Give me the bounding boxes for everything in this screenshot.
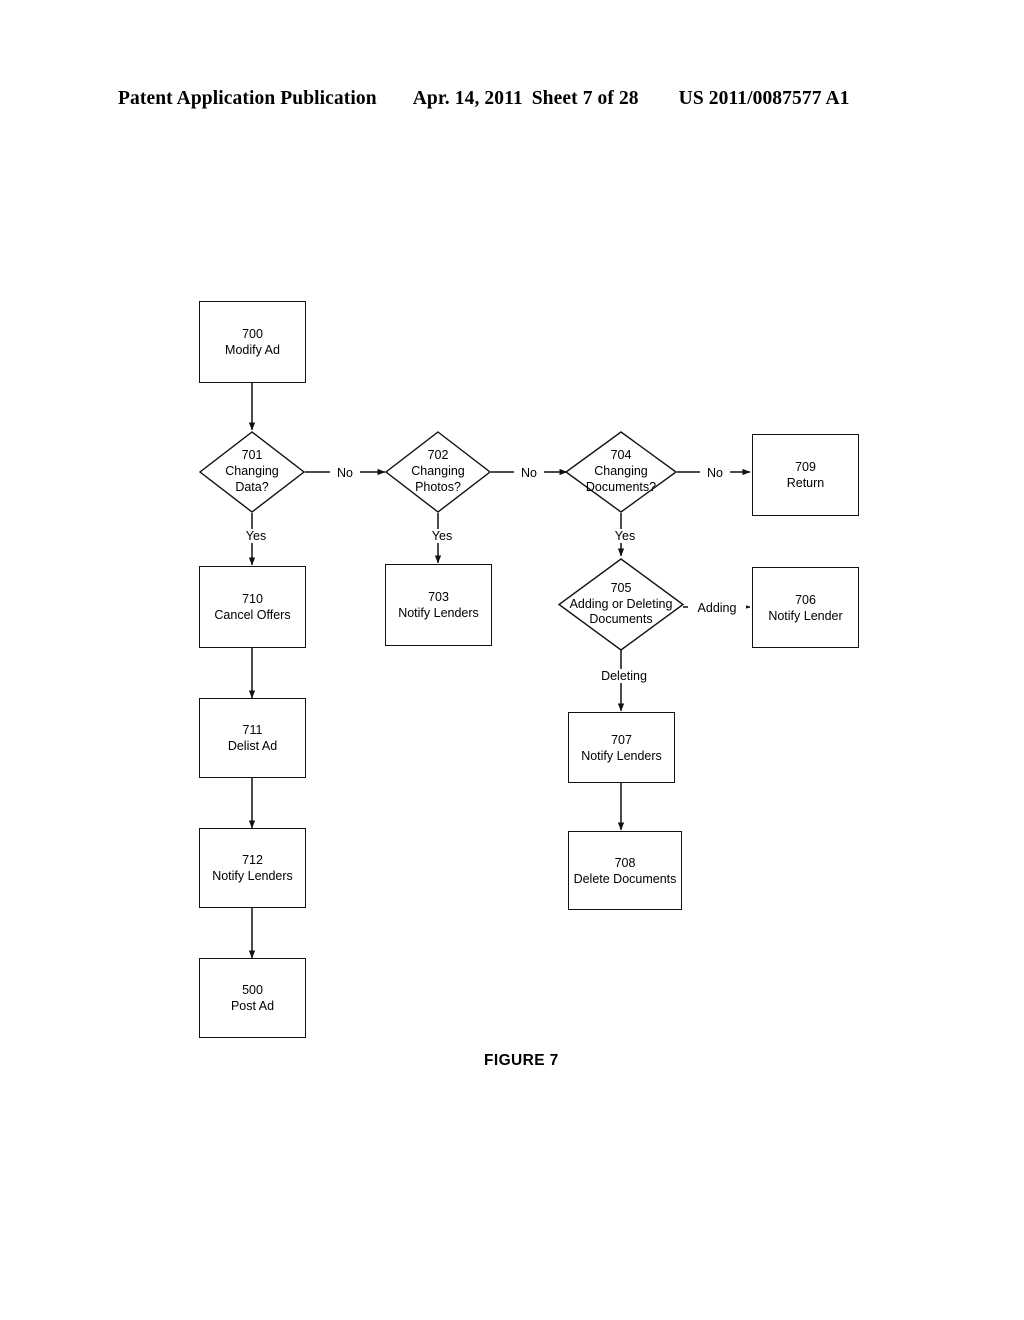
node-700-label: Modify Ad (225, 343, 280, 357)
node-707-notify-lenders[interactable]: 707 Notify Lenders (568, 712, 675, 783)
node-712-number: 712 (242, 853, 263, 867)
node-711-delist-ad[interactable]: 711 Delist Ad (199, 698, 306, 778)
node-701-line2: Data? (235, 479, 269, 494)
edge-label-no-701-702: No (330, 466, 360, 480)
node-703-label: Notify Lenders (398, 606, 479, 620)
node-704-line2: Documents? (585, 479, 657, 494)
edge-label-yes-702-703: Yes (425, 529, 459, 543)
node-707-label: Notify Lenders (581, 748, 662, 763)
node-712-label: Notify Lenders (212, 869, 293, 883)
node-705-line2: Documents (589, 612, 653, 627)
node-708-delete-documents[interactable]: 708 Delete Documents (568, 831, 682, 910)
edge-label-adding-705-706: Adding (688, 601, 746, 615)
edge-label-deleting-705-707: Deleting (592, 669, 656, 683)
node-703-number: 703 (428, 590, 449, 604)
edge-label-yes-704-705: Yes (608, 529, 642, 543)
node-706-notify-lender[interactable]: 706 Notify Lender (752, 567, 859, 648)
node-711-label: Delist Ad (227, 739, 278, 753)
node-702-changing-photos[interactable]: 702 Changing Photos? (385, 431, 491, 513)
node-704-changing-documents[interactable]: 704 Changing Documents? (565, 431, 677, 513)
node-707-number: 707 (611, 732, 632, 747)
node-706-label: Notify Lender (768, 608, 843, 623)
node-700-number: 700 (242, 327, 263, 341)
node-709-return[interactable]: 709 Return (752, 434, 859, 516)
node-500-label: Post Ad (230, 999, 275, 1013)
node-710-cancel-offers[interactable]: 710 Cancel Offers (199, 566, 306, 648)
node-701-line1: Changing (225, 464, 279, 479)
node-712-notify-lenders[interactable]: 712 Notify Lenders (199, 828, 306, 908)
node-709-number: 709 (795, 460, 816, 474)
node-700-modify-ad[interactable]: 700 Modify Ad (199, 301, 306, 383)
node-500-number: 500 (242, 983, 263, 997)
node-702-number: 702 (427, 448, 449, 463)
node-701-changing-data[interactable]: 701 Changing Data? (199, 431, 305, 513)
node-708-label: Delete Documents (573, 871, 677, 886)
edge-label-yes-701-710: Yes (239, 529, 273, 543)
node-704-number: 704 (610, 448, 632, 463)
node-706-number: 706 (795, 592, 816, 607)
node-710-label: Cancel Offers (214, 608, 291, 622)
node-704-line1: Changing (594, 464, 648, 479)
node-705-line1: Adding or Deleting (569, 596, 673, 611)
edge-label-no-704-709: No (700, 466, 730, 480)
node-705-number: 705 (610, 580, 632, 595)
node-711-number: 711 (242, 723, 263, 737)
figure-caption: FIGURE 7 (484, 1052, 559, 1069)
node-710-number: 710 (242, 592, 263, 606)
edge-label-no-702-704: No (514, 466, 544, 480)
node-702-line1: Changing (411, 464, 465, 479)
flowchart-connectors (248, 383, 751, 959)
node-701-number: 701 (241, 448, 263, 463)
node-708-number: 708 (614, 855, 636, 870)
flowchart-diagram: 700 Modify Ad 701 Changing Data? 702 Cha… (0, 0, 1024, 1320)
node-500-post-ad[interactable]: 500 Post Ad (199, 958, 306, 1038)
node-703-notify-lenders[interactable]: 703 Notify Lenders (385, 564, 492, 646)
node-709-label: Return (786, 476, 825, 490)
node-705-adding-or-deleting-documents[interactable]: 705 Adding or Deleting Documents (558, 558, 684, 651)
node-702-line2: Photos? (415, 479, 461, 494)
